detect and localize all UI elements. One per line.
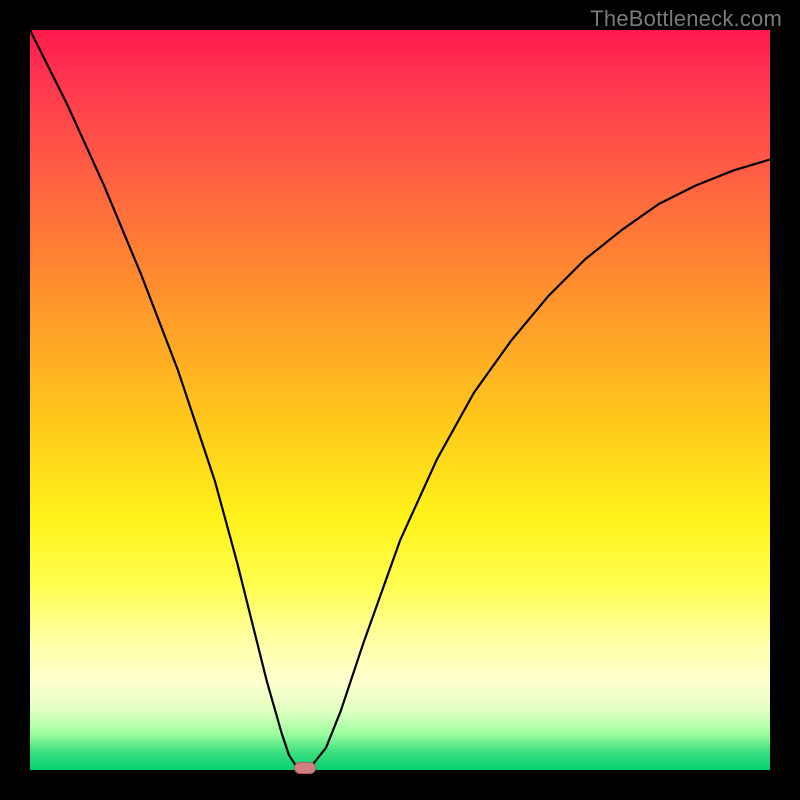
watermark-text: TheBottleneck.com [590,6,782,32]
bottleneck-curve [30,30,770,770]
optimal-point-marker [294,762,316,774]
chart-frame: TheBottleneck.com [0,0,800,800]
